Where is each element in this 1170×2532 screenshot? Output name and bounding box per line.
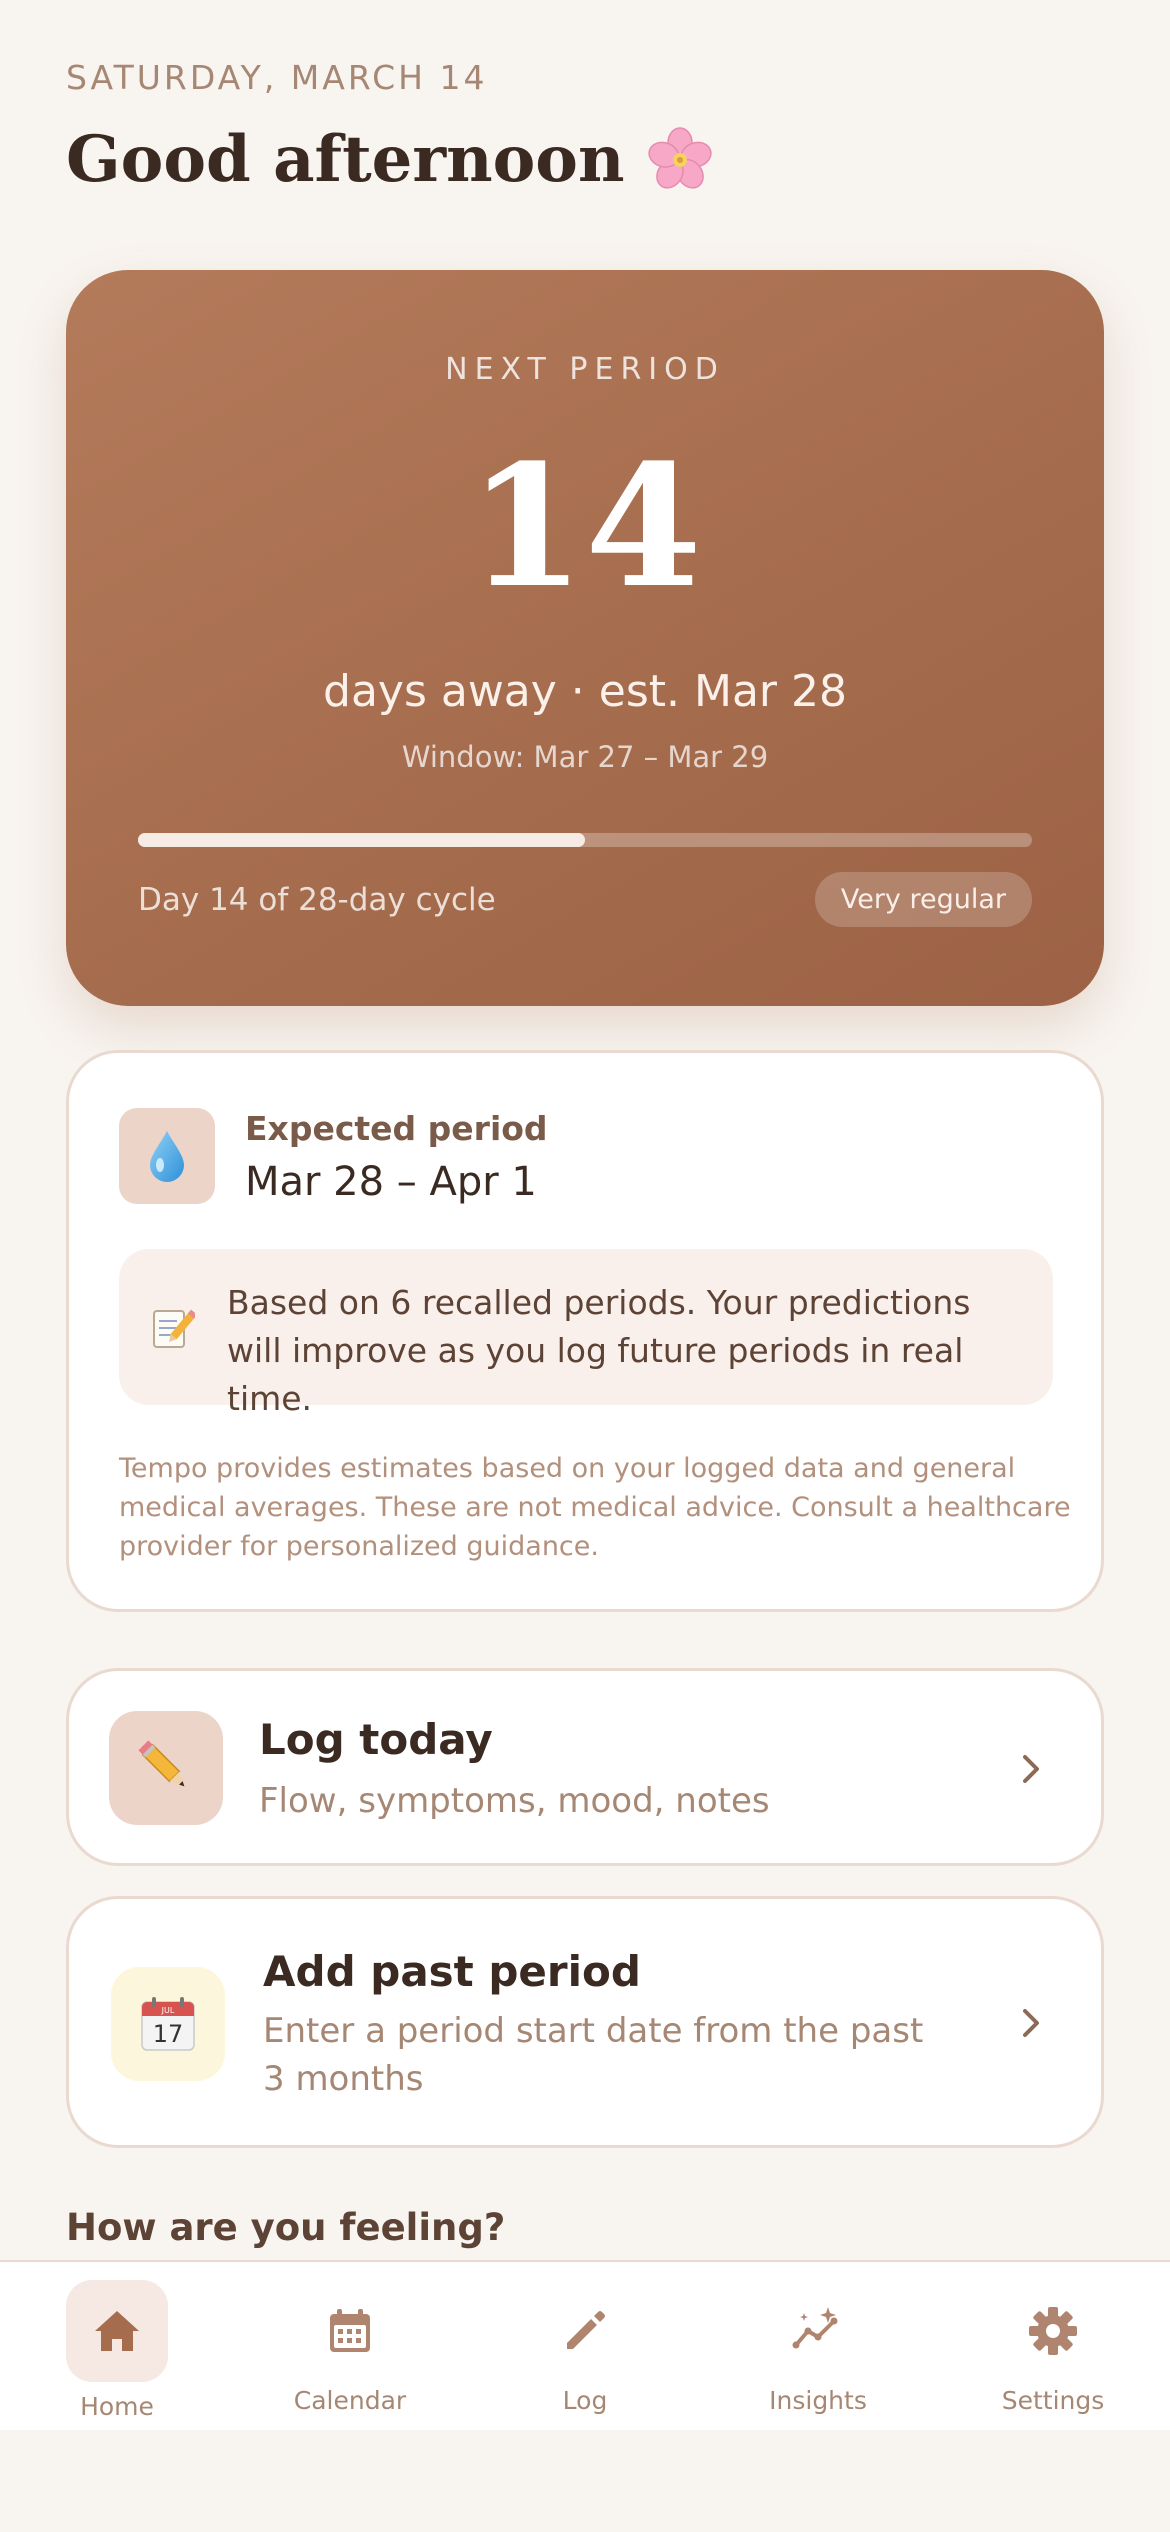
calendar-icon bbox=[330, 2309, 370, 2352]
greeting-text: Good afternoon bbox=[66, 122, 625, 197]
days-away-text: days away · est. Mar 28 bbox=[323, 666, 847, 717]
add-past-period-button[interactable]: JUL 17 Add past period Enter a period st… bbox=[66, 1896, 1104, 2148]
insights-icon-wrap bbox=[767, 2280, 869, 2382]
log-today-subtitle: Flow, symptoms, mood, notes bbox=[259, 1781, 770, 1821]
cycle-progress-fill bbox=[138, 833, 585, 847]
gear-icon bbox=[1029, 2307, 1077, 2355]
log-today-button[interactable]: Log today Flow, symptoms, mood, notes bbox=[66, 1668, 1104, 1866]
home-screen: SATURDAY, MARCH 14 Good afternoon NEXT P… bbox=[0, 0, 1170, 2532]
home-icon bbox=[95, 2311, 139, 2351]
next-period-label: NEXT PERIOD bbox=[445, 352, 725, 387]
pencil-icon bbox=[567, 2311, 605, 2349]
next-period-card: NEXT PERIOD 14 days away · est. Mar 28 W… bbox=[66, 270, 1104, 1006]
chevron-right-icon bbox=[1023, 1755, 1039, 1783]
expected-period-card: Expected period Mar 28 – Apr 1 Based on … bbox=[66, 1050, 1104, 1612]
chevron-right-icon bbox=[1023, 2009, 1039, 2037]
gear-icon-wrap bbox=[1002, 2280, 1104, 2382]
prediction-note-text: Based on 6 recalled periods. Your predic… bbox=[227, 1283, 971, 1418]
prediction-note: Based on 6 recalled periods. Your predic… bbox=[119, 1249, 1053, 1418]
cycle-day-text: Day 14 of 28-day cycle bbox=[138, 882, 496, 918]
tab-settings[interactable]: Settings bbox=[953, 2280, 1153, 2426]
regularity-badge: Very regular bbox=[814, 872, 1032, 927]
date-label: SATURDAY, MARCH 14 bbox=[66, 58, 488, 97]
memo-icon bbox=[153, 1309, 195, 1348]
cycle-progress-bar bbox=[138, 833, 1032, 847]
tab-calendar[interactable]: Calendar bbox=[250, 2280, 450, 2426]
cherry-blossom-icon bbox=[647, 126, 712, 189]
calendar-day-text: 17 bbox=[153, 2020, 184, 2048]
add-past-period-title: Add past period bbox=[263, 1947, 641, 1996]
droplet-icon bbox=[150, 1131, 184, 1182]
tab-log[interactable]: Log bbox=[485, 2280, 685, 2426]
tab-insights[interactable]: Insights bbox=[718, 2280, 918, 2426]
pencil-icon-box bbox=[109, 1711, 223, 1825]
expected-period-title: Expected period bbox=[245, 1109, 548, 1148]
log-today-title: Log today bbox=[259, 1715, 493, 1764]
prediction-window: Window: Mar 27 – Mar 29 bbox=[401, 740, 769, 774]
tab-label-calendar: Calendar bbox=[293, 2386, 407, 2415]
pencil-icon-wrap bbox=[534, 2280, 636, 2382]
droplet-icon-box bbox=[119, 1108, 215, 1204]
days-until-number: 14 bbox=[468, 427, 702, 625]
tab-label-settings: Settings bbox=[1001, 2386, 1105, 2415]
pencil-icon bbox=[138, 1740, 185, 1787]
calendar-icon: JUL 17 bbox=[141, 1997, 195, 2051]
calendar-month-text: JUL bbox=[161, 2006, 175, 2015]
tab-label-insights: Insights bbox=[769, 2386, 867, 2415]
expected-period-range: Mar 28 – Apr 1 bbox=[245, 1159, 537, 1205]
tab-home[interactable]: Home bbox=[17, 2280, 217, 2426]
greeting-heading: Good afternoon bbox=[66, 122, 715, 197]
home-icon-wrap bbox=[66, 2280, 168, 2382]
add-past-period-subtitle: Enter a period start date from the past … bbox=[263, 2011, 924, 2099]
sparkle-chart-icon bbox=[792, 2307, 838, 2349]
bottom-tab-bar: Home Calendar Log Insights Settings bbox=[0, 2260, 1170, 2430]
medical-disclaimer: Tempo provides estimates based on your l… bbox=[119, 1453, 1071, 1562]
calendar-icon-wrap bbox=[299, 2280, 401, 2382]
feeling-section-heading: How are you feeling? bbox=[66, 2206, 506, 2249]
tab-label-log: Log bbox=[562, 2386, 608, 2415]
tab-label-home: Home bbox=[80, 2392, 154, 2421]
bottom-safe-area bbox=[0, 2430, 1170, 2532]
calendar-icon-box: JUL 17 bbox=[111, 1967, 225, 2081]
